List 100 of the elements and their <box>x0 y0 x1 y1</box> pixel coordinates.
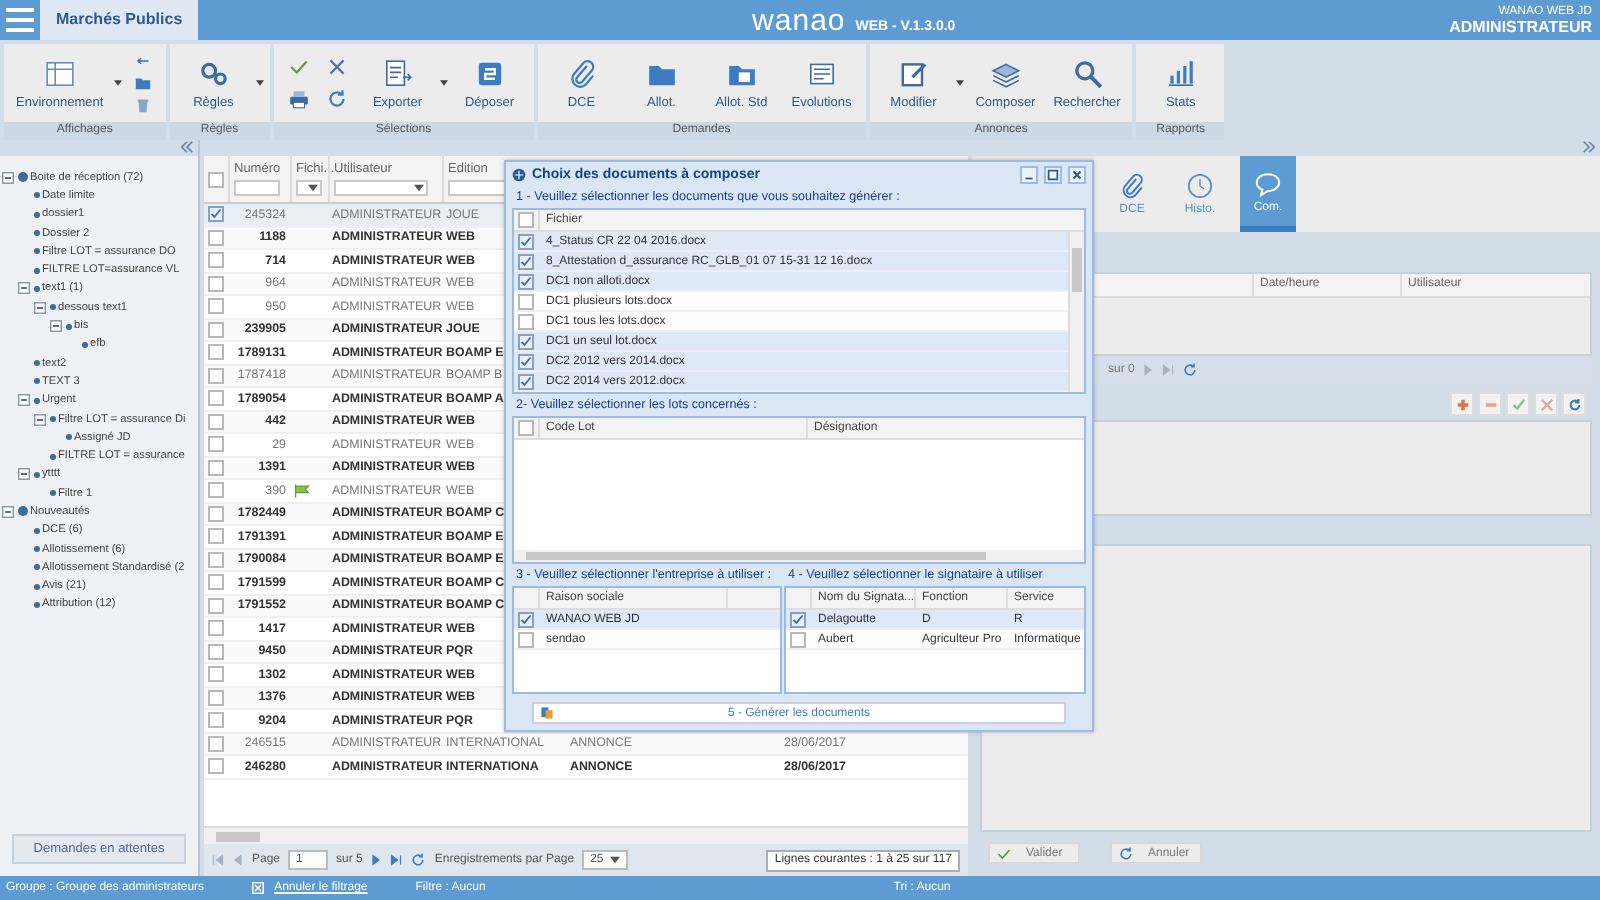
checkbox[interactable] <box>208 459 224 476</box>
checkbox[interactable] <box>208 597 224 614</box>
add-button[interactable] <box>1450 392 1474 416</box>
bullet-icon <box>49 453 55 460</box>
checkbox[interactable] <box>790 611 806 628</box>
maximize-icon <box>1046 167 1060 181</box>
checkbox[interactable] <box>518 313 534 329</box>
back-icon <box>133 52 152 70</box>
caret-icon[interactable] <box>255 80 264 86</box>
checkbox[interactable] <box>208 367 224 384</box>
checkbox[interactable] <box>208 413 224 430</box>
collapse-icon[interactable] <box>2 171 14 184</box>
next-page-icon[interactable] <box>370 854 383 866</box>
clock-icon <box>1186 172 1214 200</box>
search-icon <box>1071 57 1104 89</box>
checkbox[interactable] <box>208 321 224 338</box>
checkbox[interactable] <box>518 212 534 228</box>
scrollbar[interactable] <box>1068 232 1084 392</box>
minus-icon <box>1483 397 1497 411</box>
checkbox[interactable] <box>208 229 224 246</box>
checkbox[interactable] <box>518 353 534 369</box>
bullet-icon <box>33 248 39 255</box>
cancel-button[interactable] <box>1534 392 1558 416</box>
checkbox[interactable] <box>208 712 224 729</box>
refresh-button[interactable] <box>1562 392 1586 416</box>
checkbox[interactable] <box>208 482 224 499</box>
bullet-icon <box>33 471 39 478</box>
close-icon <box>1539 397 1553 411</box>
scrollbar[interactable] <box>204 826 968 844</box>
checkbox[interactable] <box>208 505 224 522</box>
checkbox[interactable] <box>518 611 534 628</box>
next-page-icon[interactable] <box>1142 364 1155 376</box>
refresh-icon <box>325 88 348 110</box>
checkbox[interactable] <box>518 631 534 648</box>
collapse-icon[interactable] <box>180 140 194 154</box>
bullet-icon <box>49 416 55 422</box>
filter-dropdown[interactable] <box>296 180 322 196</box>
bullet-icon <box>49 304 55 311</box>
checkbox[interactable] <box>208 758 224 775</box>
checkbox[interactable] <box>208 643 224 660</box>
collapse-icon[interactable] <box>18 394 30 407</box>
caret-icon <box>609 856 620 864</box>
bullet-icon <box>17 172 27 183</box>
maximize-button[interactable] <box>1044 165 1062 183</box>
remove-button[interactable] <box>1478 392 1502 416</box>
collapse-icon[interactable] <box>50 320 62 333</box>
export-icon <box>381 57 414 89</box>
checkbox[interactable] <box>208 620 224 637</box>
checkbox[interactable] <box>518 253 534 269</box>
last-page-icon[interactable] <box>1162 364 1175 376</box>
toolbar-button[interactable] <box>133 73 152 93</box>
checkbox[interactable] <box>790 631 806 648</box>
documents-icon <box>540 706 554 721</box>
checkbox[interactable] <box>208 298 224 315</box>
clip-icon <box>565 57 598 89</box>
checkbox[interactable] <box>208 206 224 223</box>
checkbox[interactable] <box>208 171 224 187</box>
checkbox[interactable] <box>208 252 224 269</box>
expand-icon[interactable] <box>1582 140 1596 154</box>
checkbox[interactable] <box>208 436 224 453</box>
checkbox[interactable] <box>208 390 224 407</box>
caret-icon[interactable] <box>113 80 122 86</box>
app-tab[interactable]: Marchés Publics <box>40 0 199 40</box>
checkbox[interactable] <box>208 574 224 591</box>
checkbox[interactable] <box>208 551 224 568</box>
first-page-icon[interactable] <box>212 854 224 866</box>
close-button[interactable] <box>1068 165 1086 183</box>
checkbox[interactable] <box>518 333 534 349</box>
checkbox[interactable] <box>208 689 224 706</box>
close-icon <box>325 56 348 78</box>
checkbox[interactable] <box>208 735 224 752</box>
scrollbar[interactable] <box>514 550 1084 563</box>
checkbox[interactable] <box>208 344 224 361</box>
refresh-icon <box>1182 362 1199 378</box>
bullet-icon <box>33 211 39 218</box>
checkbox[interactable] <box>518 293 534 309</box>
caret-icon[interactable] <box>439 80 448 86</box>
checkbox[interactable] <box>518 233 534 249</box>
previous-page-icon[interactable] <box>232 854 244 866</box>
confirm-button[interactable] <box>1506 392 1530 416</box>
collapse-icon[interactable] <box>34 413 46 425</box>
caret-icon[interactable] <box>955 80 964 86</box>
collapse-icon[interactable] <box>18 468 30 481</box>
caret-icon <box>307 184 318 192</box>
caret-icon <box>413 184 424 192</box>
bullet-icon <box>33 583 39 590</box>
collapse-icon[interactable] <box>2 505 14 518</box>
checkbox[interactable] <box>208 528 224 545</box>
minimize-button[interactable] <box>1020 165 1038 183</box>
filter-field[interactable] <box>234 180 281 196</box>
checkbox[interactable] <box>208 275 224 292</box>
checkbox[interactable] <box>518 373 534 389</box>
checkbox[interactable] <box>518 273 534 289</box>
bullet-icon <box>33 378 39 385</box>
collapse-icon[interactable] <box>18 282 30 295</box>
checkbox[interactable] <box>208 666 224 683</box>
collapse-icon[interactable] <box>34 301 46 314</box>
bubble-icon <box>1254 169 1282 197</box>
checkbox[interactable] <box>518 420 534 436</box>
last-page-icon[interactable] <box>390 854 403 866</box>
